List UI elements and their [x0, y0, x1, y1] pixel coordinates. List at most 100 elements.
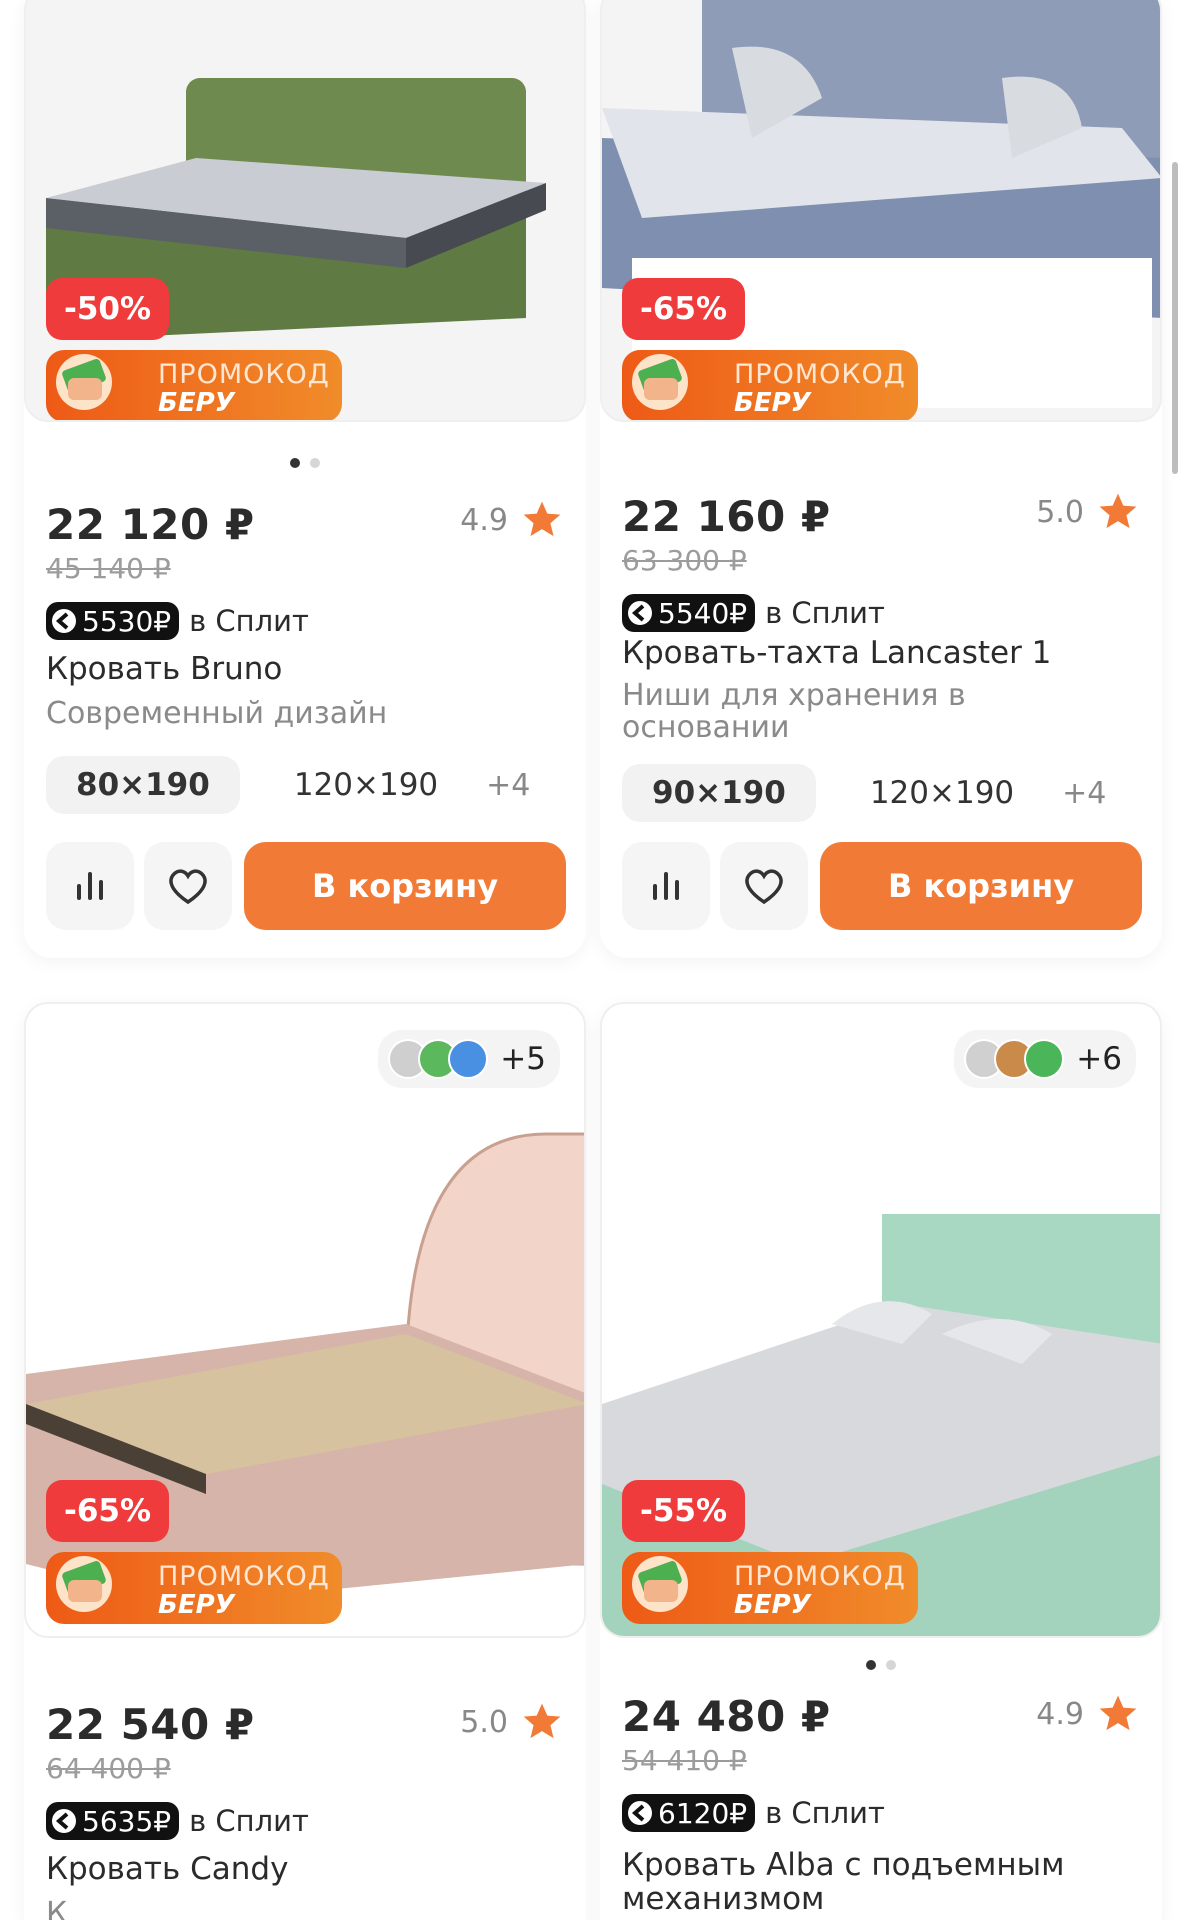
rating-value: 4.9 — [1036, 1696, 1084, 1732]
split-text: в Сплит — [189, 604, 309, 638]
old-price: 54 410 ₽ — [622, 1744, 747, 1777]
price: 22 120 ₽ — [46, 500, 255, 549]
color-swatch[interactable] — [448, 1039, 489, 1079]
price: 24 480 ₽ — [622, 1692, 831, 1741]
promo-code: БЕРУ — [734, 1590, 811, 1620]
promo-label: ПРОМОКОД — [158, 1561, 330, 1592]
split-payment[interactable]: 5635₽ в Сплит — [46, 1802, 309, 1840]
scrollbar[interactable] — [1172, 162, 1178, 474]
split-payment[interactable]: 5530₽ в Сплит — [46, 602, 309, 640]
split-payment[interactable]: 6120₽ в Сплит — [622, 1794, 885, 1832]
star-icon — [1099, 1695, 1137, 1731]
split-text: в Сплит — [765, 1796, 885, 1830]
size-option[interactable]: 90×190 — [622, 764, 816, 822]
split-logo-icon — [52, 609, 76, 633]
product-subtitle: Современный дизайн — [46, 696, 388, 731]
rating-value: 5.0 — [460, 1704, 508, 1740]
compare-button[interactable] — [622, 842, 710, 930]
size-option[interactable]: 80×190 — [46, 756, 240, 814]
rating: 5.0 — [460, 1700, 564, 1744]
product-photo[interactable]: -50% ПРОМОКОД БЕРУ — [24, 0, 586, 422]
product-photo[interactable]: +6 -55% ПРОМОКОД БЕРУ — [600, 1002, 1162, 1638]
split-logo-icon — [52, 1809, 76, 1833]
promo-label: ПРОМОКОД — [734, 359, 906, 390]
split-amount: 6120₽ — [658, 1796, 748, 1830]
colors-more[interactable]: +5 — [500, 1041, 546, 1077]
promo-badge[interactable]: ПРОМОКОД БЕРУ — [46, 1552, 342, 1624]
favorite-button[interactable] — [720, 842, 808, 930]
pager-dot[interactable] — [290, 458, 300, 468]
split-text: в Сплит — [189, 1804, 309, 1838]
heart-icon — [169, 869, 207, 905]
old-price: 45 140 ₽ — [46, 552, 171, 585]
price: 22 160 ₽ — [622, 492, 831, 541]
star-icon — [523, 1703, 561, 1739]
split-chip: 5540₽ — [622, 594, 756, 632]
split-amount: 5530₽ — [82, 604, 172, 638]
rating-value: 4.9 — [460, 502, 508, 538]
card-actions: В корзину — [622, 842, 1142, 930]
product-title[interactable]: Кровать Bruno — [46, 652, 566, 686]
split-logo-icon — [628, 1801, 652, 1825]
rating-value: 5.0 — [1036, 494, 1084, 530]
sizes-more[interactable]: +4 — [486, 768, 530, 803]
product-photo[interactable]: +5 -65% ПРОМОКОД БЕРУ — [24, 1002, 586, 1638]
compare-icon — [653, 872, 679, 900]
star-icon — [1099, 493, 1137, 529]
product-title[interactable]: Кровать Candy — [46, 1852, 566, 1886]
product-title[interactable]: Кровать Alba с подъемным механизмом — [622, 1848, 1102, 1916]
heart-icon — [745, 869, 783, 905]
split-amount: 5635₽ — [82, 1804, 172, 1838]
rating: 4.9 — [1036, 1692, 1140, 1736]
card-actions: В корзину — [46, 842, 566, 930]
image-pager[interactable] — [24, 458, 586, 468]
rating: 5.0 — [1036, 490, 1140, 534]
split-amount: 5540₽ — [658, 596, 748, 630]
price: 22 540 ₽ — [46, 1700, 255, 1749]
compare-button[interactable] — [46, 842, 134, 930]
pager-dot[interactable] — [866, 1660, 876, 1670]
product-subtitle: Ниши для хранения в основании — [622, 678, 966, 745]
color-swatches[interactable]: +5 — [378, 1030, 560, 1088]
split-chip: 6120₽ — [622, 1794, 756, 1832]
promo-badge[interactable]: ПРОМОКОД БЕРУ — [622, 350, 918, 420]
split-text: в Сплит — [765, 596, 885, 630]
pager-dot[interactable] — [886, 1660, 896, 1670]
product-title[interactable]: Кровать-тахта Lancaster 1 — [622, 636, 1142, 670]
image-pager[interactable] — [600, 1660, 1162, 1670]
old-price: 63 300 ₽ — [622, 544, 747, 577]
money-fist-icon — [56, 1556, 112, 1612]
promo-label: ПРОМОКОД — [734, 1561, 906, 1592]
add-to-cart-button[interactable]: В корзину — [820, 842, 1142, 930]
promo-label: ПРОМОКОД — [158, 359, 330, 390]
colors-more[interactable]: +6 — [1076, 1041, 1122, 1077]
split-logo-icon — [628, 601, 652, 625]
pager-dot[interactable] — [310, 458, 320, 468]
money-fist-icon — [632, 1556, 688, 1612]
promo-badge[interactable]: ПРОМОКОД БЕРУ — [46, 350, 342, 420]
color-swatch[interactable] — [1024, 1039, 1065, 1079]
size-options: 90×190 120×190 +4 — [622, 764, 1106, 822]
size-options: 80×190 120×190 +4 — [46, 756, 530, 814]
add-to-cart-button[interactable]: В корзину — [244, 842, 566, 930]
product-photo[interactable]: -65% ПРОМОКОД БЕРУ — [600, 0, 1162, 422]
money-fist-icon — [56, 354, 112, 410]
split-chip: 5635₽ — [46, 1802, 180, 1840]
discount-badge: -55% — [622, 1480, 746, 1542]
size-option[interactable]: 120×190 — [264, 756, 468, 814]
rating: 4.9 — [460, 498, 564, 542]
old-price: 64 400 ₽ — [46, 1752, 171, 1785]
discount-badge: -65% — [46, 1480, 170, 1542]
size-option[interactable]: 120×190 — [840, 764, 1044, 822]
promo-code: БЕРУ — [734, 388, 811, 418]
promo-badge[interactable]: ПРОМОКОД БЕРУ — [622, 1552, 918, 1624]
favorite-button[interactable] — [144, 842, 232, 930]
star-icon — [523, 501, 561, 537]
split-chip: 5530₽ — [46, 602, 180, 640]
product-subtitle: К — [46, 1896, 68, 1920]
sizes-more[interactable]: +4 — [1062, 776, 1106, 811]
promo-code: БЕРУ — [158, 1590, 235, 1620]
color-swatches[interactable]: +6 — [954, 1030, 1136, 1088]
split-payment[interactable]: 5540₽ в Сплит — [622, 594, 885, 632]
product-grid: -50% ПРОМОКОД БЕРУ 22 120 ₽ 45 140 ₽ 4.9 — [0, 0, 1186, 1920]
